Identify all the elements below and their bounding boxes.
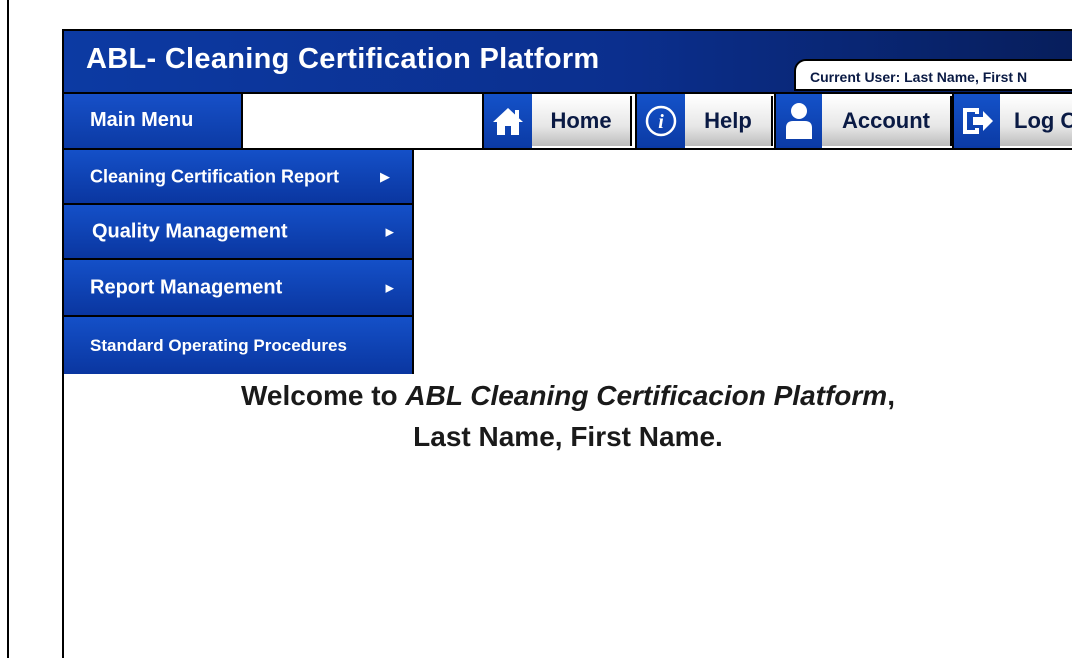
app-title: ABL- Cleaning Certification Platform (86, 43, 600, 75)
left-panel-edge (0, 0, 9, 658)
welcome-prefix: Welcome to (241, 380, 406, 411)
logout-label: Log C (1000, 96, 1072, 146)
svg-text:i: i (658, 111, 664, 133)
main-menu-button[interactable]: Main Menu (64, 94, 243, 148)
home-icon (482, 94, 532, 148)
logout-button[interactable]: Log C (952, 94, 1072, 148)
help-button[interactable]: i Help (635, 94, 773, 148)
nav-bar: Main Menu Home i Help Account Log C (64, 92, 1072, 150)
app-window: ABL- Cleaning Certification Platform Cur… (62, 29, 1072, 658)
nav-search-input[interactable] (245, 94, 480, 148)
help-label: Help (685, 96, 773, 146)
menu-item-label: Cleaning Certification Report (90, 166, 340, 186)
menu-item-report-management[interactable]: Report Management ▶ (64, 260, 414, 317)
menu-item-quality-management[interactable]: Quality Management ▶ (64, 205, 414, 260)
account-button[interactable]: Account (774, 94, 952, 148)
info-icon: i (635, 94, 685, 148)
logout-icon (952, 94, 1000, 148)
home-button[interactable]: Home (482, 94, 632, 148)
submenu-arrow-icon: ▶ (380, 168, 390, 184)
welcome-message: Welcome to ABL Cleaning Certificacion Pl… (64, 376, 1072, 457)
menu-item-cleaning-certification-report[interactable]: Cleaning Certification Report ▶ (64, 150, 414, 205)
menu-item-standard-operating-procedures[interactable]: Standard Operating Procedures (64, 317, 414, 374)
user-icon (774, 94, 822, 148)
account-label: Account (822, 96, 952, 146)
welcome-platform-name: ABL Cleaning Certificacion Platform (405, 380, 888, 411)
welcome-suffix: , (887, 380, 895, 411)
current-user-label: Current User: Last Name, First N (794, 59, 1072, 91)
menu-item-label: Report Management (90, 276, 283, 298)
submenu-arrow-icon: ▶ (385, 226, 394, 238)
welcome-line-1: Welcome to ABL Cleaning Certificacion Pl… (64, 376, 1072, 417)
home-label: Home (532, 96, 632, 146)
menu-item-label: Standard Operating Procedures (90, 335, 347, 355)
welcome-user-name: Last Name, First Name. (413, 420, 723, 452)
submenu-arrow-icon: ▶ (385, 282, 394, 294)
menu-item-label: Quality Management (92, 220, 288, 242)
main-menu-dropdown: Cleaning Certification Report ▶ Quality … (64, 150, 414, 374)
title-bar: ABL- Cleaning Certification Platform Cur… (64, 31, 1072, 92)
